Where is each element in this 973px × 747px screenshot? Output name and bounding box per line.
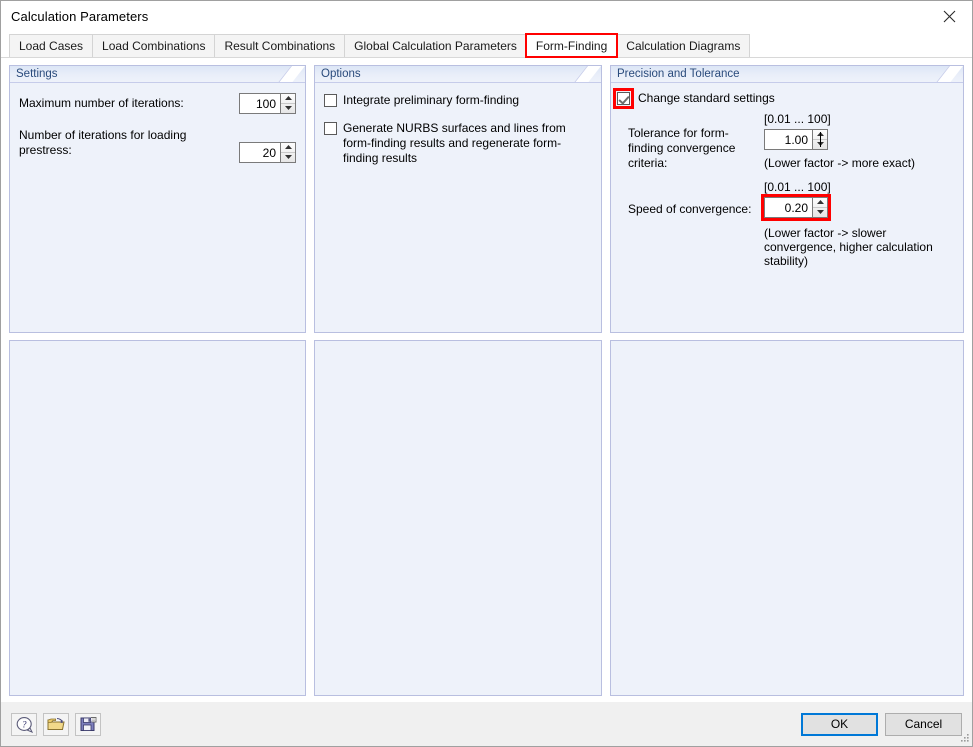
close-icon[interactable] xyxy=(927,1,972,32)
dialog-buttons: OK Cancel xyxy=(801,712,962,736)
prestress-iterations-spinner[interactable] xyxy=(239,142,296,163)
tab-content-form-finding: Settings Maximum number of iterations: 1… xyxy=(1,57,972,702)
empty-panel-right xyxy=(610,340,964,696)
settings-panel-body: Maximum number of iterations: 100 Number… xyxy=(10,83,305,332)
tolerance-control: [0.01 ... 100] 1.00 (Lower factor -> mor… xyxy=(764,112,954,184)
checkbox-change-standard-settings-label: Change standard settings xyxy=(638,91,775,105)
tab-load-combinations[interactable]: Load Combinations xyxy=(92,34,216,57)
calculation-parameters-dialog: Calculation Parameters Load Cases Load C… xyxy=(0,0,973,747)
panel-row-bottom xyxy=(9,340,964,696)
settings-panel: Settings Maximum number of iterations: 1… xyxy=(9,65,306,333)
help-button[interactable]: ? xyxy=(11,712,37,736)
tolerance-spinner[interactable] xyxy=(764,129,828,150)
speed-of-convergence-label: Speed of convergence: xyxy=(628,202,752,216)
tolerance-input[interactable] xyxy=(764,129,812,150)
tolerance-label: Tolerance for form-finding convergence c… xyxy=(628,126,736,170)
precision-tolerance-panel: Precision and Tolerance Change standard … xyxy=(610,65,964,333)
checkbox-row-generate-nurbs[interactable]: Generate NURBS surfaces and lines from f… xyxy=(324,121,592,166)
checkbox-generate-nurbs[interactable] xyxy=(324,122,337,135)
settings-panel-header: Settings xyxy=(10,66,305,83)
empty-panel-middle xyxy=(314,340,602,696)
tolerance-hint: (Lower factor -> more exact) xyxy=(764,156,916,170)
tab-strip: Load Cases Load Combinations Result Comb… xyxy=(1,32,972,58)
max-iterations-spin-buttons xyxy=(280,93,296,114)
tab-load-cases[interactable]: Load Cases xyxy=(9,34,94,57)
precision-tolerance-panel-body: Change standard settings Tolerance for f… xyxy=(611,83,963,332)
window-title: Calculation Parameters xyxy=(11,9,149,24)
checkbox-row-integrate-preliminary[interactable]: Integrate preliminary form-finding xyxy=(324,93,592,108)
max-iterations-label: Maximum number of iterations: xyxy=(19,96,184,110)
cancel-button[interactable]: Cancel xyxy=(885,712,962,736)
checkbox-integrate-preliminary-label: Integrate preliminary form-finding xyxy=(343,93,520,107)
prestress-iterations-spin-buttons xyxy=(280,142,296,163)
spinner-up-icon[interactable] xyxy=(813,198,827,208)
tolerance-range-text: [0.01 ... 100] xyxy=(764,112,831,126)
max-iterations-spinner[interactable] xyxy=(239,93,296,114)
speed-of-convergence-control: [0.01 ... 100] 0.20 (Lower factor -> slo… xyxy=(761,180,954,282)
tab-calculation-diagrams[interactable]: Calculation Diagrams xyxy=(616,34,751,57)
speed-of-convergence-row: Speed of convergence: [0.01 ... 100] 0.2… xyxy=(616,180,954,282)
open-button[interactable] xyxy=(43,712,69,736)
checkbox-change-standard-settings[interactable] xyxy=(617,92,630,105)
empty-panel-left xyxy=(9,340,306,696)
speed-of-convergence-input[interactable] xyxy=(764,197,812,218)
dialog-footer: ? OK Cancel xyxy=(1,702,972,746)
spinner-down-icon[interactable] xyxy=(813,208,827,218)
speed-of-convergence-hint: (Lower factor -> slower convergence, hig… xyxy=(764,226,933,268)
max-iterations-row: Maximum number of iterations: xyxy=(19,93,296,114)
open-folder-icon xyxy=(47,716,65,732)
spinner-up-icon[interactable] xyxy=(281,94,295,104)
text-caret xyxy=(820,132,821,147)
options-panel-header: Options xyxy=(315,66,601,83)
options-panel-body: Integrate preliminary form-finding Gener… xyxy=(315,83,601,332)
precision-tolerance-panel-header: Precision and Tolerance xyxy=(611,66,963,83)
footer-toolbar: ? xyxy=(11,712,101,736)
resize-grip[interactable] xyxy=(957,732,970,745)
svg-text:?: ? xyxy=(21,719,26,729)
title-bar: Calculation Parameters xyxy=(1,1,972,32)
change-standard-settings-highlight xyxy=(613,88,634,109)
speed-range-text: [0.01 ... 100] xyxy=(764,180,831,194)
tab-form-finding[interactable]: Form-Finding xyxy=(524,33,619,58)
checkbox-generate-nurbs-label: Generate NURBS surfaces and lines from f… xyxy=(343,121,566,165)
save-button[interactable] xyxy=(75,712,101,736)
prestress-iterations-input[interactable] xyxy=(239,142,280,163)
ok-button[interactable]: OK xyxy=(801,712,878,736)
prestress-iterations-label: Number of iterations for loading prestre… xyxy=(19,128,187,157)
checkbox-row-change-standard-settings[interactable]: Change standard settings xyxy=(613,88,954,109)
options-panel: Options Integrate preliminary form-findi… xyxy=(314,65,602,333)
max-iterations-input[interactable] xyxy=(239,93,280,114)
speed-spin-buttons xyxy=(812,197,828,218)
tolerance-row: Tolerance for form-finding convergence c… xyxy=(616,112,954,184)
tab-global-calculation-parameters[interactable]: Global Calculation Parameters xyxy=(344,34,527,57)
spinner-down-icon[interactable] xyxy=(281,153,295,163)
spinner-down-icon[interactable] xyxy=(281,104,295,114)
prestress-iterations-row: Number of iterations for loading prestre… xyxy=(19,128,296,163)
speed-of-convergence-spinner[interactable] xyxy=(761,194,831,221)
checkbox-integrate-preliminary[interactable] xyxy=(324,94,337,107)
spinner-up-icon[interactable] xyxy=(281,143,295,153)
tab-result-combinations[interactable]: Result Combinations xyxy=(214,34,346,57)
save-floppy-icon xyxy=(80,716,97,732)
help-icon: ? xyxy=(16,716,33,733)
panel-row-top: Settings Maximum number of iterations: 1… xyxy=(9,65,964,333)
